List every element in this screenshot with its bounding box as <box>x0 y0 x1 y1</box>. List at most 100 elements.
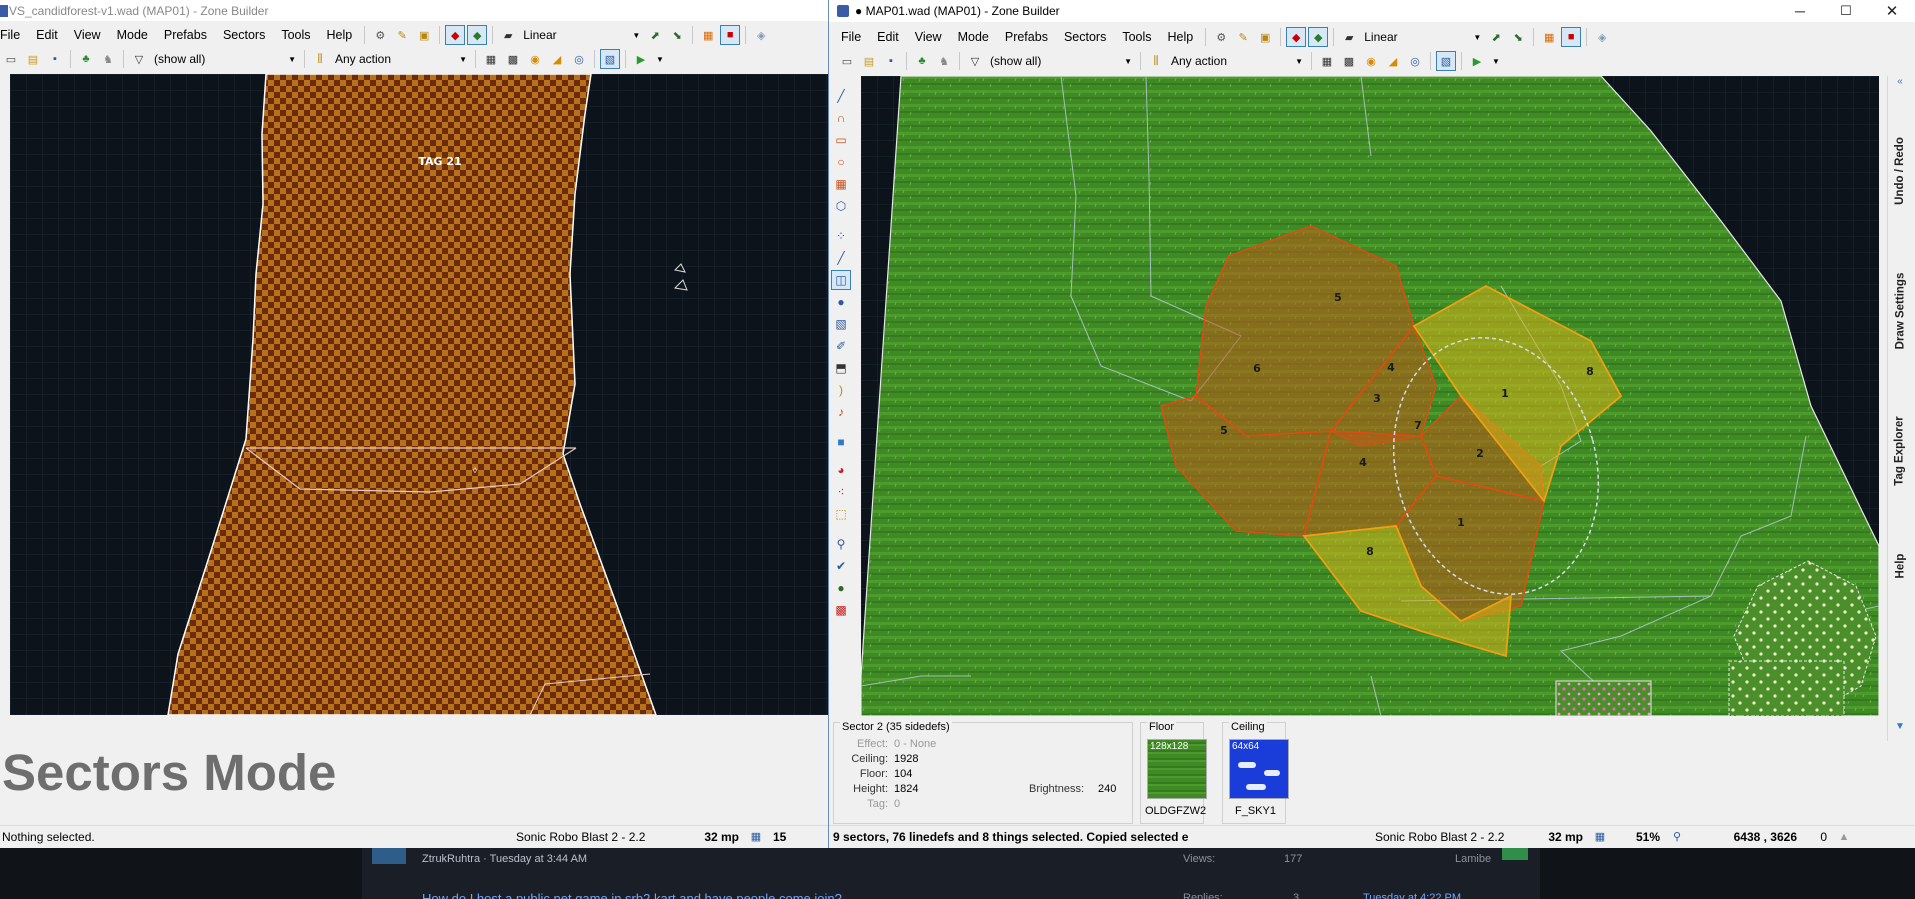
menu-help[interactable]: Help <box>1160 26 1202 48</box>
fullbright-icon[interactable]: ◎ <box>1405 51 1425 71</box>
expand-info-icon[interactable]: ▼ <box>1890 721 1910 735</box>
textures-icon[interactable]: ● <box>831 578 851 598</box>
script-icon[interactable]: ✎ <box>1233 27 1253 47</box>
menu-prefabs[interactable]: Prefabs <box>156 24 215 46</box>
menu-sectors[interactable]: Sectors <box>1056 26 1114 48</box>
flower-sector[interactable] <box>1728 660 1845 716</box>
things-filter-icon[interactable]: ⚙ <box>1211 27 1231 47</box>
menu-mode[interactable]: Mode <box>950 26 997 48</box>
highlight-icon[interactable]: ■ <box>1561 27 1582 47</box>
menu-edit[interactable]: Edit <box>28 24 66 46</box>
menu-tools[interactable]: Tools <box>1114 26 1159 48</box>
menu-sectors[interactable]: Sectors <box>215 24 273 46</box>
image-export-icon[interactable]: ▩ <box>831 600 851 620</box>
make-sectors-icon[interactable]: ▧ <box>831 314 851 334</box>
menu-edit[interactable]: Edit <box>869 26 907 48</box>
play-icon[interactable]: ▶ <box>631 49 651 69</box>
sound-environment-icon[interactable]: ♪ <box>831 402 851 422</box>
menu-file[interactable]: File <box>0 24 28 46</box>
warning-icon[interactable]: ▲ <box>1834 827 1854 847</box>
sectors-mode-icon[interactable]: ◫ <box>831 270 851 290</box>
grid-icon[interactable]: ▦ <box>481 49 501 69</box>
elephant-icon[interactable]: ♞ <box>98 49 118 69</box>
map-options-icon[interactable]: ▣ <box>414 25 434 45</box>
auto-align-icon[interactable]: ◢ <box>547 49 567 69</box>
mode-3d-icon[interactable]: ◆ <box>1286 27 1307 47</box>
things-filter-combo[interactable]: (show all) ▼ <box>150 50 300 68</box>
zoom-in-icon[interactable]: ⬈ <box>645 25 665 45</box>
left-map-canvas[interactable]: TAG 21 ◊ <box>10 74 828 715</box>
sky-icon[interactable]: ▧ <box>600 49 620 69</box>
tab-draw-settings[interactable]: Draw Settings <box>1889 251 1911 371</box>
linedefs-mode-icon[interactable]: ╱ <box>831 248 851 268</box>
snap-grid-icon[interactable]: ▩ <box>1339 51 1359 71</box>
action-filter-combo[interactable]: Any action ▼ <box>331 50 471 68</box>
save-map-icon[interactable]: ▪ <box>45 49 65 69</box>
merge-icon[interactable]: ◉ <box>1361 51 1381 71</box>
grid-icon[interactable]: ▦ <box>1317 51 1337 71</box>
zoom-in-icon[interactable]: ⬈ <box>1486 27 1506 47</box>
zoom-out-icon[interactable]: ⬊ <box>667 25 687 45</box>
zoom-out-icon[interactable]: ⬊ <box>1508 27 1528 47</box>
draw-rect-icon[interactable]: ▭ <box>831 130 851 150</box>
maximize-button[interactable]: ☐ <box>1823 3 1869 19</box>
things-mode-icon[interactable]: ● <box>831 292 851 312</box>
snap-selection-icon[interactable]: ⬚ <box>831 504 851 524</box>
merge-icon[interactable]: ◉ <box>525 49 545 69</box>
thing-nodes-icon[interactable]: ⁖ <box>831 482 851 502</box>
mode-2d-icon[interactable]: ◆ <box>1308 27 1329 47</box>
mode-3d-icon[interactable]: ◆ <box>445 25 466 45</box>
3d-floor-icon[interactable]: ■ <box>831 432 851 452</box>
right-status-grid[interactable]: 32 mp <box>1529 827 1589 847</box>
zoom-icon[interactable]: ⚲ <box>1667 827 1687 847</box>
visual-mode-icon[interactable]: ⬒ <box>831 358 851 378</box>
grid-size-icon[interactable]: ▦ <box>746 827 766 847</box>
find-icon[interactable]: ⚲ <box>831 534 851 554</box>
draw-curve-icon[interactable]: ∩ <box>831 108 851 128</box>
save-map-icon[interactable]: ▪ <box>881 51 901 71</box>
tag-icon[interactable]: ◈ <box>1592 27 1612 47</box>
minimize-button[interactable]: ─ <box>1777 3 1823 19</box>
view-mode-combo[interactable]: Linear ▼ <box>519 26 644 44</box>
tab-help[interactable]: Help <box>1889 536 1911 596</box>
ceiling-texture-box[interactable]: Ceiling 64x64 F_SKY1 <box>1222 721 1289 824</box>
right-status-zoom[interactable]: 51% <box>1611 827 1666 847</box>
menu-view[interactable]: View <box>66 24 109 46</box>
play-icon[interactable]: ▶ <box>1467 51 1487 71</box>
forum-thread-title[interactable]: How do I host a public net game in srb2 … <box>422 890 842 899</box>
script-icon[interactable]: ✎ <box>392 25 412 45</box>
menu-file[interactable]: File <box>829 26 869 48</box>
check-map-icon[interactable]: ✔ <box>831 556 851 576</box>
color-picker-icon[interactable]: ◕ <box>831 460 851 480</box>
menu-view[interactable]: View <box>907 26 950 48</box>
open-map-icon[interactable]: ▤ <box>859 51 879 71</box>
things-filter-icon[interactable]: ⚙ <box>370 25 390 45</box>
floor-texture-box[interactable]: Floor 128x128 OLDGFZW2 <box>1140 721 1207 824</box>
menu-mode[interactable]: Mode <box>109 24 156 46</box>
forum-last-time[interactable]: Tuesday at 4:22 PM <box>1363 890 1461 899</box>
things-tree-icon[interactable]: ♣ <box>76 49 96 69</box>
fullbright-icon[interactable]: ◎ <box>569 49 589 69</box>
highlight-icon[interactable]: ■ <box>720 25 741 45</box>
action-filter-combo[interactable]: Any action ▼ <box>1167 52 1307 70</box>
sound-propagation-icon[interactable]: ) <box>831 380 851 400</box>
open-map-icon[interactable]: ▤ <box>23 49 43 69</box>
pink-flower-sector[interactable] <box>1555 680 1652 716</box>
chevron-down-icon[interactable]: ▼ <box>656 55 664 64</box>
mode-2d-icon[interactable]: ◆ <box>467 25 488 45</box>
grid-size-icon[interactable]: ▦ <box>1590 827 1610 847</box>
draw-line-icon[interactable]: ╱ <box>831 86 851 106</box>
close-button[interactable]: ✕ <box>1869 2 1915 20</box>
things-filter-combo[interactable]: (show all) ▼ <box>986 52 1136 70</box>
new-map-icon[interactable]: ▭ <box>837 51 857 71</box>
draw-grid-icon[interactable]: ▦ <box>831 174 851 194</box>
elephant-icon[interactable]: ♞ <box>934 51 954 71</box>
things-tree-icon[interactable]: ♣ <box>912 51 932 71</box>
snap-grid-icon[interactable]: ▩ <box>503 49 523 69</box>
left-status-zoom[interactable]: 15 <box>767 827 807 847</box>
draw-polygon-icon[interactable]: ⬡ <box>831 196 851 216</box>
menu-prefabs[interactable]: Prefabs <box>997 26 1056 48</box>
gradient-icon[interactable]: ▦ <box>1539 27 1559 47</box>
left-status-grid[interactable]: 32 mp <box>685 827 745 847</box>
auto-align-icon[interactable]: ◢ <box>1383 51 1403 71</box>
